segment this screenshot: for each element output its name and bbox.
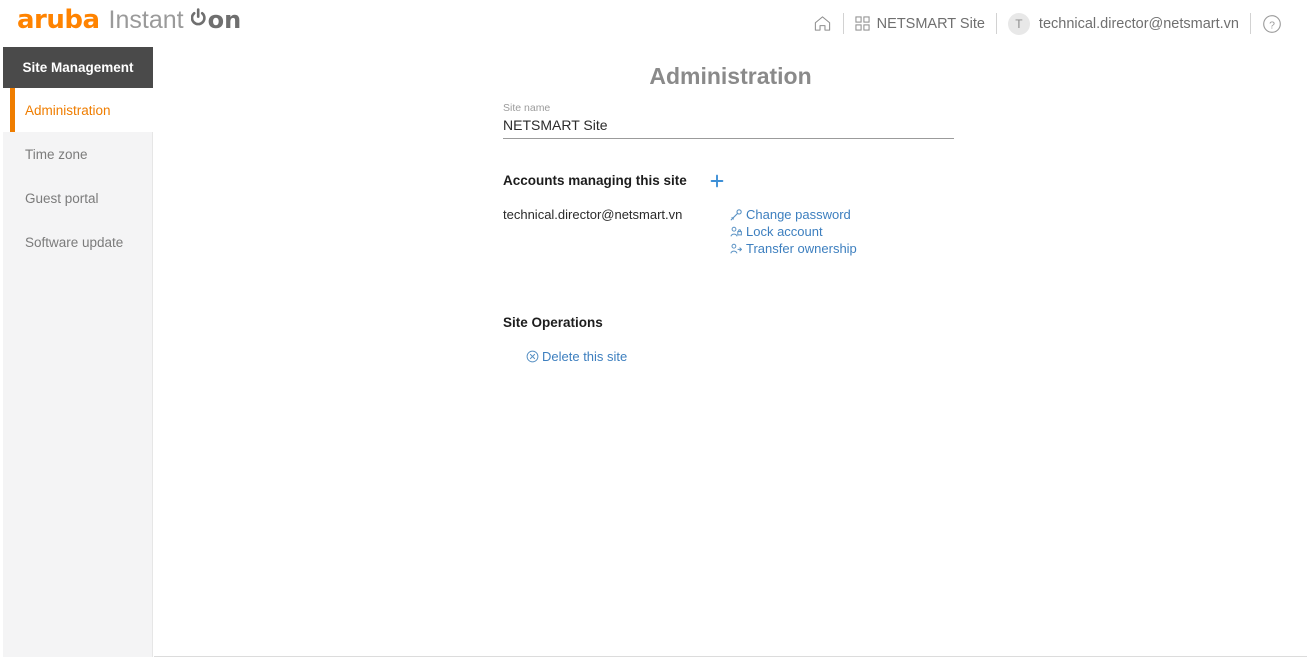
- sidebar-title: Site Management: [3, 47, 153, 88]
- delete-site-link[interactable]: Delete this site: [526, 349, 627, 364]
- top-header-bar: aruba Instant on NETSMART Site T technic…: [0, 0, 1307, 47]
- sidebar-item-label: Time zone: [25, 146, 88, 162]
- circle-x-icon: [526, 350, 539, 363]
- site-name-input[interactable]: [503, 115, 954, 134]
- site-operations-label: Site Operations: [503, 315, 603, 330]
- brand-logo[interactable]: aruba Instant on: [17, 7, 241, 37]
- sidebar-item-label: Guest portal: [25, 190, 99, 206]
- sidebar-item-label: Software update: [25, 234, 124, 250]
- site-operations-heading: Site Operations: [503, 315, 627, 330]
- svg-text:?: ?: [1269, 19, 1275, 31]
- home-button[interactable]: [802, 0, 843, 47]
- sidebar-item-guest-portal[interactable]: Guest portal: [3, 176, 153, 220]
- user-account-menu[interactable]: T technical.director@netsmart.vn: [997, 0, 1250, 47]
- brand-instant-text: Instant: [108, 6, 184, 34]
- left-sidebar: Site Management Administration Time zone…: [3, 47, 153, 657]
- site-name-form: Site name: [503, 102, 955, 139]
- question-circle-icon: ?: [1262, 14, 1282, 34]
- accounts-section-heading: Accounts managing this site: [503, 173, 857, 188]
- main-content: Administration Site name Accounts managi…: [154, 47, 1307, 657]
- avatar: T: [1007, 12, 1030, 35]
- grid-apps-icon: [855, 16, 870, 31]
- site-operations-section: Site Operations Delete this site: [503, 315, 627, 368]
- account-actions: Change password Lock account Transfer ow…: [729, 207, 857, 257]
- power-symbol-icon: [190, 8, 208, 28]
- accounts-heading-label: Accounts managing this site: [503, 173, 687, 188]
- account-email: technical.director@netsmart.vn: [503, 207, 683, 222]
- page-title: Administration: [649, 63, 812, 89]
- person-transfer-icon: [729, 243, 742, 256]
- lock-account-link[interactable]: Lock account: [729, 224, 857, 240]
- transfer-ownership-label: Transfer ownership: [746, 241, 857, 256]
- sidebar-item-time-zone[interactable]: Time zone: [3, 132, 153, 176]
- sidebar-item-label: Administration: [25, 102, 111, 118]
- accounts-section: Accounts managing this site technical.di…: [503, 173, 857, 257]
- header-site-name: NETSMART Site: [876, 15, 985, 32]
- site-operations-body: Delete this site: [503, 349, 627, 368]
- change-password-link[interactable]: Change password: [729, 207, 857, 223]
- home-icon: [813, 14, 832, 33]
- add-account-button[interactable]: [710, 174, 724, 188]
- site-name-field[interactable]: Site name: [503, 102, 954, 139]
- sidebar-item-software-update[interactable]: Software update: [3, 220, 153, 264]
- brand-aruba-text: aruba: [17, 5, 100, 35]
- account-row: technical.director@netsmart.vn Change pa…: [503, 207, 857, 257]
- sidebar-nav: Administration Time zone Guest portal So…: [3, 88, 153, 264]
- transfer-ownership-link[interactable]: Transfer ownership: [729, 241, 857, 257]
- delete-site-label: Delete this site: [542, 349, 628, 364]
- lock-account-label: Lock account: [746, 224, 823, 239]
- site-name-label: Site name: [503, 102, 551, 114]
- header-user-email: technical.director@netsmart.vn: [1038, 15, 1239, 32]
- sidebar-item-administration[interactable]: Administration: [3, 88, 153, 132]
- key-icon: [729, 209, 742, 222]
- brand-on-label: on: [207, 6, 242, 34]
- change-password-label: Change password: [746, 207, 851, 222]
- app-root: aruba Instant on NETSMART Site T technic…: [0, 0, 1307, 660]
- plus-icon: [710, 174, 724, 187]
- header-right-cluster: NETSMART Site T technical.director@netsm…: [802, 0, 1293, 47]
- brand-on-text: on: [190, 6, 242, 34]
- help-button[interactable]: ?: [1251, 0, 1293, 47]
- person-lock-icon: [729, 226, 742, 239]
- site-selector[interactable]: NETSMART Site: [844, 0, 996, 47]
